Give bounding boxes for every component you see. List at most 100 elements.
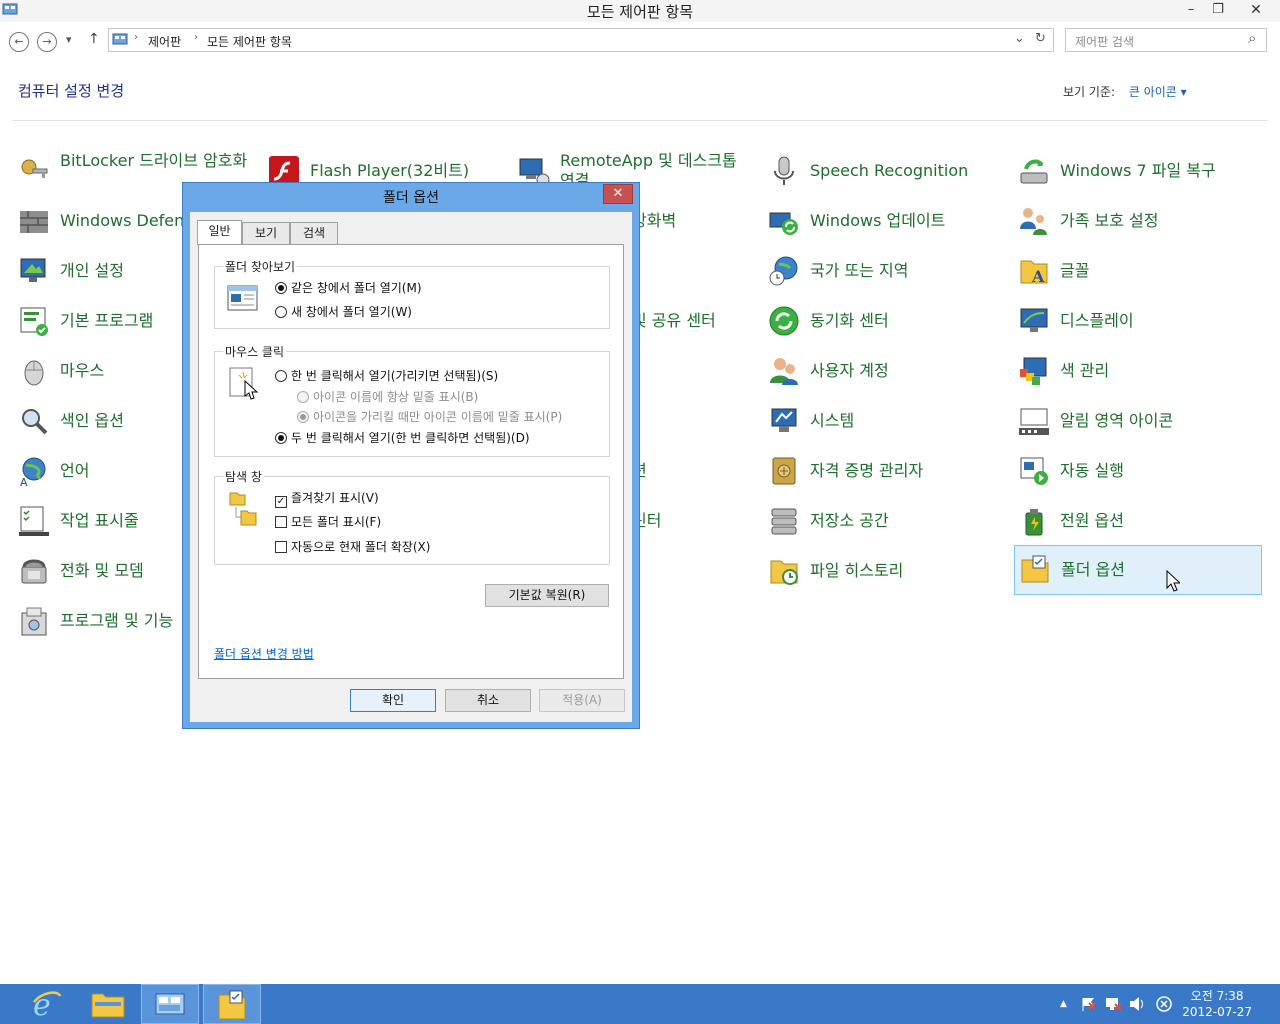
cp-item-windows7-file-recovery[interactable]: Windows 7 파일 복구 — [1014, 147, 1262, 193]
cp-item-power-options[interactable]: 전원 옵션 — [1014, 497, 1262, 543]
cp-item-notification-area-icons[interactable]: 알림 영역 아이콘 — [1014, 397, 1262, 443]
windows-update-icon — [769, 212, 798, 235]
dialog-close-button[interactable]: ✕ — [603, 184, 633, 204]
show-all-folders-checkbox[interactable]: 모든 폴더 표시(F) — [275, 513, 381, 530]
new-window-radio[interactable]: 새 창에서 폴더 열기(W) — [275, 303, 412, 320]
network-status-icon[interactable] — [1104, 996, 1122, 1012]
cp-item-credential-manager[interactable]: 자격 증명 관리자 — [764, 447, 1012, 493]
taskbar-ie-button[interactable]: e — [16, 984, 74, 1024]
cp-item-system[interactable]: 시스템 — [764, 397, 1012, 443]
disconnected-icon[interactable] — [1155, 995, 1173, 1013]
programs-box-icon — [21, 607, 47, 636]
folder-options-help-link[interactable]: 폴더 옵션 변경 방법 — [214, 645, 314, 662]
clock-date: 2012-07-27 — [1182, 1005, 1252, 1019]
color-management-icon — [1020, 357, 1047, 385]
view-by: 보기 기준: 큰 아이콘 ▾ — [1063, 83, 1187, 100]
tab-view[interactable]: 보기 — [242, 222, 290, 244]
fonts-folder-icon: A — [1020, 260, 1048, 286]
auto-expand-checkbox[interactable]: 자동으로 현재 폴더 확장(X) — [275, 538, 430, 555]
taskbar-clock[interactable]: 오전 7:38 2012-07-27 — [1182, 988, 1252, 1020]
svg-text:A: A — [1031, 267, 1045, 286]
view-by-dropdown[interactable]: 큰 아이콘 ▾ — [1129, 85, 1187, 99]
cp-item-file-history[interactable]: 파일 히스토리 — [764, 547, 1012, 593]
dialog-title: 폴더 옵션 — [383, 190, 439, 206]
system-icon — [771, 408, 797, 432]
cp-item-region[interactable]: 국가 또는 지역 — [764, 247, 1012, 293]
browse-folders-title: 폴더 찾아보기 — [223, 258, 298, 275]
action-center-flag-icon[interactable] — [1080, 996, 1098, 1012]
same-window-radio[interactable]: 같은 창에서 폴더 열기(M) — [275, 279, 422, 296]
notification-area-icon — [1019, 408, 1049, 435]
click-items-group: 마우스 클릭 한 번 클릭해서 열기(가리키면 선택됨)(S) 아이콘 이름에 … — [214, 343, 610, 457]
apply-button[interactable]: 적용(A) — [539, 689, 625, 712]
minimize-button[interactable]: – — [1180, 0, 1202, 20]
folder-options-taskbar-icon — [218, 990, 246, 1020]
mouse-icon — [24, 360, 44, 386]
tab-search[interactable]: 검색 — [290, 222, 338, 244]
family-safety-icon — [1020, 208, 1047, 235]
address-dropdown-icon[interactable]: ⌄ — [1014, 31, 1025, 46]
tab-general[interactable]: 일반 — [197, 220, 242, 245]
volume-icon[interactable] — [1128, 996, 1146, 1012]
up-button[interactable]: ↑ — [88, 31, 100, 47]
internet-explorer-icon: e — [33, 988, 62, 1020]
navigation-pane-group: 탐색 창 ✓ 즐겨찾기 표시(V) 모든 폴더 표시(F) 자동으로 현재 폴더 … — [214, 468, 610, 565]
search-input[interactable]: 제어판 검색 ⌕ — [1065, 28, 1267, 52]
navigation-pane-title: 탐색 창 — [223, 468, 264, 485]
view-by-label: 보기 기준: — [1063, 85, 1116, 99]
cp-item-storage-spaces[interactable]: 저장소 공간 — [764, 497, 1012, 543]
svg-text:A: A — [20, 476, 28, 487]
divider — [12, 120, 1268, 121]
close-button[interactable]: ✕ — [1234, 0, 1278, 20]
click-items-title: 마우스 클릭 — [223, 343, 287, 360]
cp-item-display[interactable]: 디스플레이 — [1014, 297, 1262, 343]
general-tab-panel: 폴더 찾아보기 같은 창에서 폴더 열기(M) 새 창에서 폴더 열기(W) 마… — [198, 244, 624, 679]
defender-wall-icon — [20, 211, 48, 233]
cp-item-sync-center[interactable]: 동기화 센터 — [764, 297, 1012, 343]
underline-hover-radio[interactable]: 아이콘을 가리킬 때만 아이콘 이름에 밑줄 표시(P) — [297, 408, 562, 425]
double-click-radio[interactable]: 두 번 클릭해서 열기(한 번 클릭하면 선택됨)(D) — [275, 429, 530, 446]
window-titlebar: 모든 제어판 항목 – ❐ ✕ — [0, 0, 1280, 22]
page-title: 컴퓨터 설정 변경 — [18, 82, 125, 100]
cp-item-color-management[interactable]: 색 관리 — [1014, 347, 1262, 393]
cp-item-fonts[interactable]: A 글꼴 — [1014, 247, 1262, 293]
cp-item-family-safety[interactable]: 가족 보호 설정 — [1014, 197, 1262, 243]
underline-always-radio[interactable]: 아이콘 이름에 항상 밑줄 표시(B) — [297, 388, 478, 405]
taskbar-explorer-button[interactable] — [79, 984, 137, 1024]
ok-button[interactable]: 확인 — [350, 689, 436, 712]
display-icon — [1020, 308, 1048, 332]
browse-window-icon — [227, 285, 258, 311]
forward-button[interactable]: → — [37, 32, 57, 52]
refresh-icon[interactable]: ↻ — [1035, 31, 1046, 46]
address-bar[interactable]: › 제어판 › 모든 제어판 항목 ⌄ ↻ — [108, 28, 1054, 52]
search-icon[interactable]: ⌕ — [1248, 29, 1256, 47]
file-recovery-icon — [1020, 159, 1048, 184]
sync-center-icon — [769, 306, 799, 336]
taskbar-icon — [19, 506, 49, 536]
phone-icon — [21, 559, 47, 584]
cp-item-user-accounts[interactable]: 사용자 계정 — [764, 347, 1012, 393]
back-button[interactable]: ← — [9, 32, 29, 52]
storage-spaces-icon — [771, 508, 797, 535]
region-globe-clock-icon — [769, 256, 798, 286]
taskbar-control-panel-button[interactable] — [141, 984, 199, 1024]
cancel-button[interactable]: 취소 — [445, 689, 531, 712]
recent-locations-button[interactable]: ▾ — [66, 33, 72, 46]
restore-button[interactable]: ❐ — [1206, 0, 1230, 20]
cp-item-autoplay[interactable]: 자동 실행 — [1014, 447, 1262, 493]
cp-item-folder-options[interactable]: 폴더 옵션 — [1014, 545, 1262, 595]
breadcrumb-all-items[interactable]: 모든 제어판 항목 — [207, 33, 292, 50]
click-pointer-icon — [229, 367, 259, 400]
breadcrumb-control-panel[interactable]: 제어판 — [148, 33, 181, 50]
show-hidden-icons-button[interactable]: ▲ — [1060, 999, 1067, 1009]
window-title: 모든 제어판 항목 — [586, 3, 694, 21]
navigation-pane-folders-icon — [229, 492, 257, 526]
search-placeholder: 제어판 검색 — [1075, 35, 1135, 49]
cp-item-windows-update[interactable]: Windows 업데이트 — [764, 197, 1012, 243]
show-favorites-checkbox[interactable]: ✓ 즐겨찾기 표시(V) — [275, 489, 379, 508]
taskbar-folder-options-button[interactable] — [203, 984, 261, 1024]
cp-item-speech-recognition[interactable]: Speech Recognition — [764, 147, 1012, 193]
microphone-icon — [774, 156, 794, 185]
restore-defaults-button[interactable]: 기본값 복원(R) — [485, 584, 609, 607]
single-click-radio[interactable]: 한 번 클릭해서 열기(가리키면 선택됨)(S) — [275, 367, 498, 384]
